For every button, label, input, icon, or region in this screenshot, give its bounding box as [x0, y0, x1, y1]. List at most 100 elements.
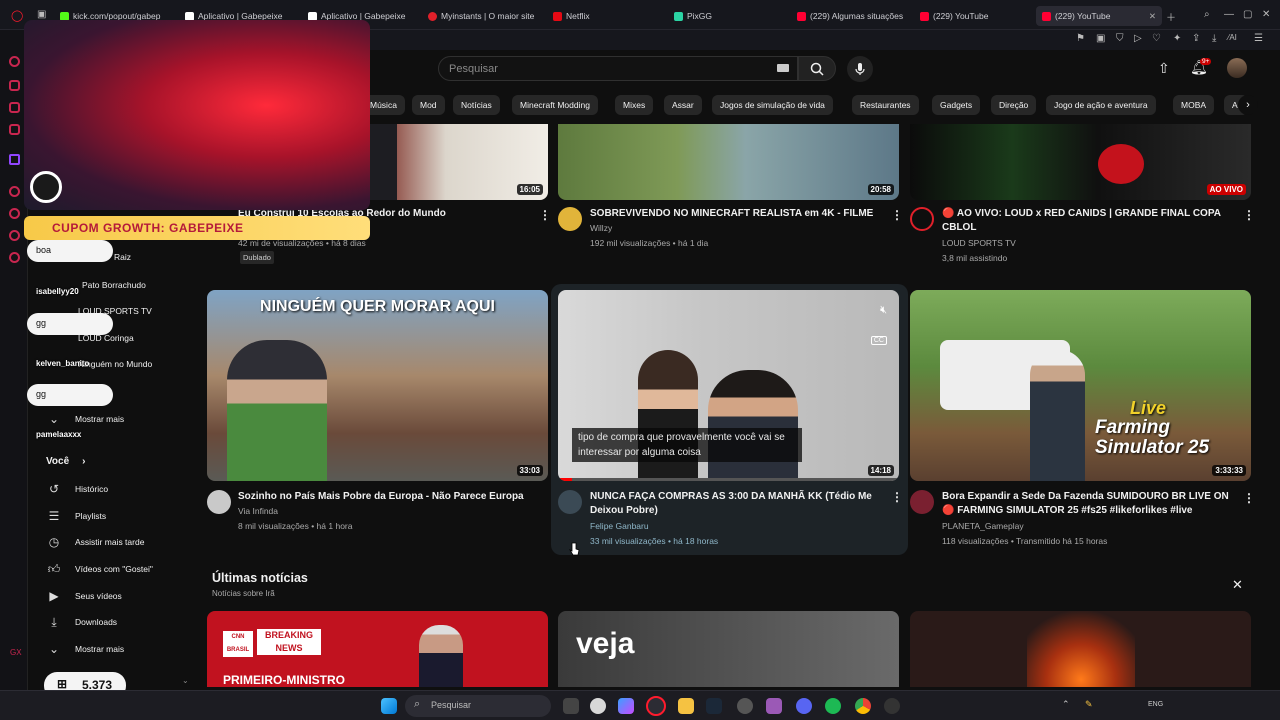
chip-moba[interactable]: MOBA: [1173, 95, 1215, 115]
sidebar-app-icon[interactable]: [9, 102, 20, 113]
menu-icon[interactable]: ☰: [1254, 33, 1263, 44]
guide-scroll-down-icon[interactable]: ⌄: [182, 676, 189, 685]
close-window-icon[interactable]: ✕: [1262, 9, 1270, 20]
play-icon[interactable]: ▷: [1134, 33, 1142, 44]
screenshot-icon[interactable]: ▣: [1096, 33, 1105, 44]
ai-icon[interactable]: ⁄AI: [1228, 33, 1237, 42]
chip-mod[interactable]: Mod: [412, 95, 445, 115]
voice-search-button[interactable]: [847, 56, 873, 82]
video-title[interactable]: Bora Expandir a Sede Da Fazenda SUMIDOUR…: [942, 490, 1232, 518]
windows-start-icon[interactable]: [381, 698, 397, 714]
news-thumbnail[interactable]: CNN BRASIL BREAKING NEWS PRIMEIRO-MINIST…: [207, 611, 548, 687]
tab-myinstants[interactable]: Myinstants | O maior site: [428, 6, 538, 26]
captions-button[interactable]: CC: [870, 336, 887, 345]
more-options-icon[interactable]: ⋮: [891, 208, 903, 222]
chip-noticias[interactable]: Notícias: [453, 95, 500, 115]
extensions-icon[interactable]: ✦: [1173, 33, 1181, 44]
channel-name[interactable]: Willzy: [590, 221, 612, 236]
tray-chevron-icon[interactable]: ⌃: [1062, 699, 1070, 710]
sidebar-app-icon[interactable]: [9, 80, 20, 91]
avatar[interactable]: [1227, 58, 1247, 78]
more-options-icon[interactable]: ⋮: [1243, 491, 1255, 505]
channel-avatar[interactable]: [558, 207, 582, 231]
search-input[interactable]: Pesquisar: [438, 56, 798, 81]
task-view-icon[interactable]: [563, 698, 579, 714]
guide-show-more[interactable]: ⌄ Mostrar mais: [46, 642, 124, 656]
guide-show-more-subs[interactable]: ⌄ Mostrar mais: [46, 412, 124, 426]
keyboard-icon[interactable]: [777, 64, 789, 72]
download-icon[interactable]: ⤓: [1212, 33, 1216, 44]
opera-logo-icon[interactable]: ◯: [11, 9, 23, 22]
chrome-icon[interactable]: [855, 698, 871, 714]
guide-your-videos[interactable]: ▶ Seus vídeos: [46, 589, 121, 603]
more-options-icon[interactable]: ⋮: [1243, 208, 1255, 222]
guide-playlists[interactable]: ☰ Playlists: [46, 509, 107, 523]
channel-avatar[interactable]: [558, 490, 582, 514]
spotify-icon[interactable]: [825, 698, 841, 714]
chip-jogos-simulacao[interactable]: Jogos de simulação de vida: [712, 95, 833, 115]
taskbar-search[interactable]: ⌕ Pesquisar: [405, 695, 551, 717]
guide-downloads[interactable]: ⤓ Downloads: [46, 615, 117, 629]
maximize-icon[interactable]: ▢: [1243, 9, 1252, 20]
new-tab-icon[interactable]: ＋: [1166, 9, 1176, 24]
minimize-icon[interactable]: —: [1224, 9, 1234, 20]
guide-you-heading[interactable]: Você ›: [46, 456, 86, 467]
tray-app-icon[interactable]: ✎: [1085, 699, 1093, 710]
more-options-icon[interactable]: ⋮: [539, 208, 551, 222]
tab-youtube-2[interactable]: (229) YouTube: [920, 6, 1020, 26]
more-options-icon[interactable]: ⋮: [891, 490, 903, 504]
discord-icon[interactable]: [796, 698, 812, 714]
app-icon[interactable]: [737, 698, 753, 714]
heart-icon[interactable]: ♡: [1152, 33, 1161, 44]
tab-list-icon[interactable]: ▣: [37, 9, 46, 20]
shield-icon[interactable]: ⛉: [1116, 33, 1124, 44]
chevron-right-icon[interactable]: ›: [1238, 95, 1258, 115]
news-thumbnail[interactable]: veja: [558, 611, 899, 687]
app-icon[interactable]: [766, 698, 782, 714]
search-button[interactable]: [798, 56, 836, 81]
video-thumbnail[interactable]: NINGUÉM QUER MORAR AQUI 33:03: [207, 290, 548, 481]
search-tabs-icon[interactable]: ⌕: [1204, 9, 1210, 20]
twitch-icon[interactable]: [9, 154, 20, 165]
channel-avatar[interactable]: [910, 490, 934, 514]
video-thumbnail[interactable]: 20:58: [558, 124, 899, 200]
share-icon[interactable]: ⇪: [1192, 33, 1200, 44]
video-title[interactable]: Sozinho no País Mais Pobre da Europa - N…: [238, 490, 528, 504]
channel-avatar[interactable]: [207, 490, 231, 514]
guide-historico[interactable]: ↺ Histórico: [46, 482, 108, 496]
channel-name[interactable]: Felipe Ganbaru: [590, 519, 649, 534]
sidebar-app-icon[interactable]: [9, 186, 20, 197]
video-title[interactable]: 🔴 AO VIVO: LOUD x RED CANIDS | GRANDE FI…: [942, 207, 1232, 235]
channel-name[interactable]: LOUD SPORTS TV: [942, 236, 1016, 251]
video-title[interactable]: SOBREVIVENDO NO MINECRAFT REALISTA em 4K…: [590, 207, 880, 221]
file-explorer-icon[interactable]: [678, 698, 694, 714]
opera-gx-icon[interactable]: [646, 696, 666, 716]
sidebar-app-icon[interactable]: [9, 124, 20, 135]
channel-name[interactable]: Via Infinda: [238, 504, 278, 519]
app-icon[interactable]: [590, 698, 606, 714]
chip-restaurantes[interactable]: Restaurantes: [852, 95, 919, 115]
obs-icon[interactable]: [884, 698, 900, 714]
guide-liked-videos[interactable]: 👍︎ Vídeos com "Gostei": [46, 562, 153, 576]
tab-netflix[interactable]: Netflix: [553, 6, 623, 26]
chip-jogo-acao[interactable]: Jogo de ação e aventura: [1046, 95, 1156, 115]
hovered-video-card[interactable]: tipo de compra que provavelmente você va…: [551, 284, 908, 555]
bookmark-icon[interactable]: ⚑: [1076, 33, 1085, 44]
channel-avatar[interactable]: [910, 207, 934, 231]
video-preview[interactable]: tipo de compra que provavelmente você va…: [558, 290, 899, 481]
language-indicator[interactable]: ENG: [1148, 701, 1163, 708]
guide-watch-later[interactable]: ◷ Assistir mais tarde: [46, 535, 145, 549]
settings-icon[interactable]: [9, 252, 20, 263]
steam-icon[interactable]: [706, 698, 722, 714]
mute-icon[interactable]: 🔇︎: [880, 304, 887, 317]
tab-pixgg[interactable]: PixGG: [674, 6, 744, 26]
video-thumbnail[interactable]: Live Farming Simulator 25 3:33:33: [910, 290, 1251, 481]
channel-name[interactable]: PLANETA_Gameplay: [942, 519, 1024, 534]
video-title[interactable]: NUNCA FAÇA COMPRAS AS 3:00 DA MANHÃ KK (…: [590, 490, 880, 518]
create-upload-icon[interactable]: ⇧: [1158, 60, 1170, 77]
tab-youtube-active[interactable]: (229) YouTube ✕: [1036, 6, 1162, 26]
news-thumbnail[interactable]: [910, 611, 1251, 687]
close-tab-icon[interactable]: ✕: [1149, 11, 1156, 22]
video-thumbnail[interactable]: AO VIVO: [910, 124, 1251, 200]
tab-youtube-situacoes[interactable]: (229) Algumas situações: [797, 6, 907, 26]
